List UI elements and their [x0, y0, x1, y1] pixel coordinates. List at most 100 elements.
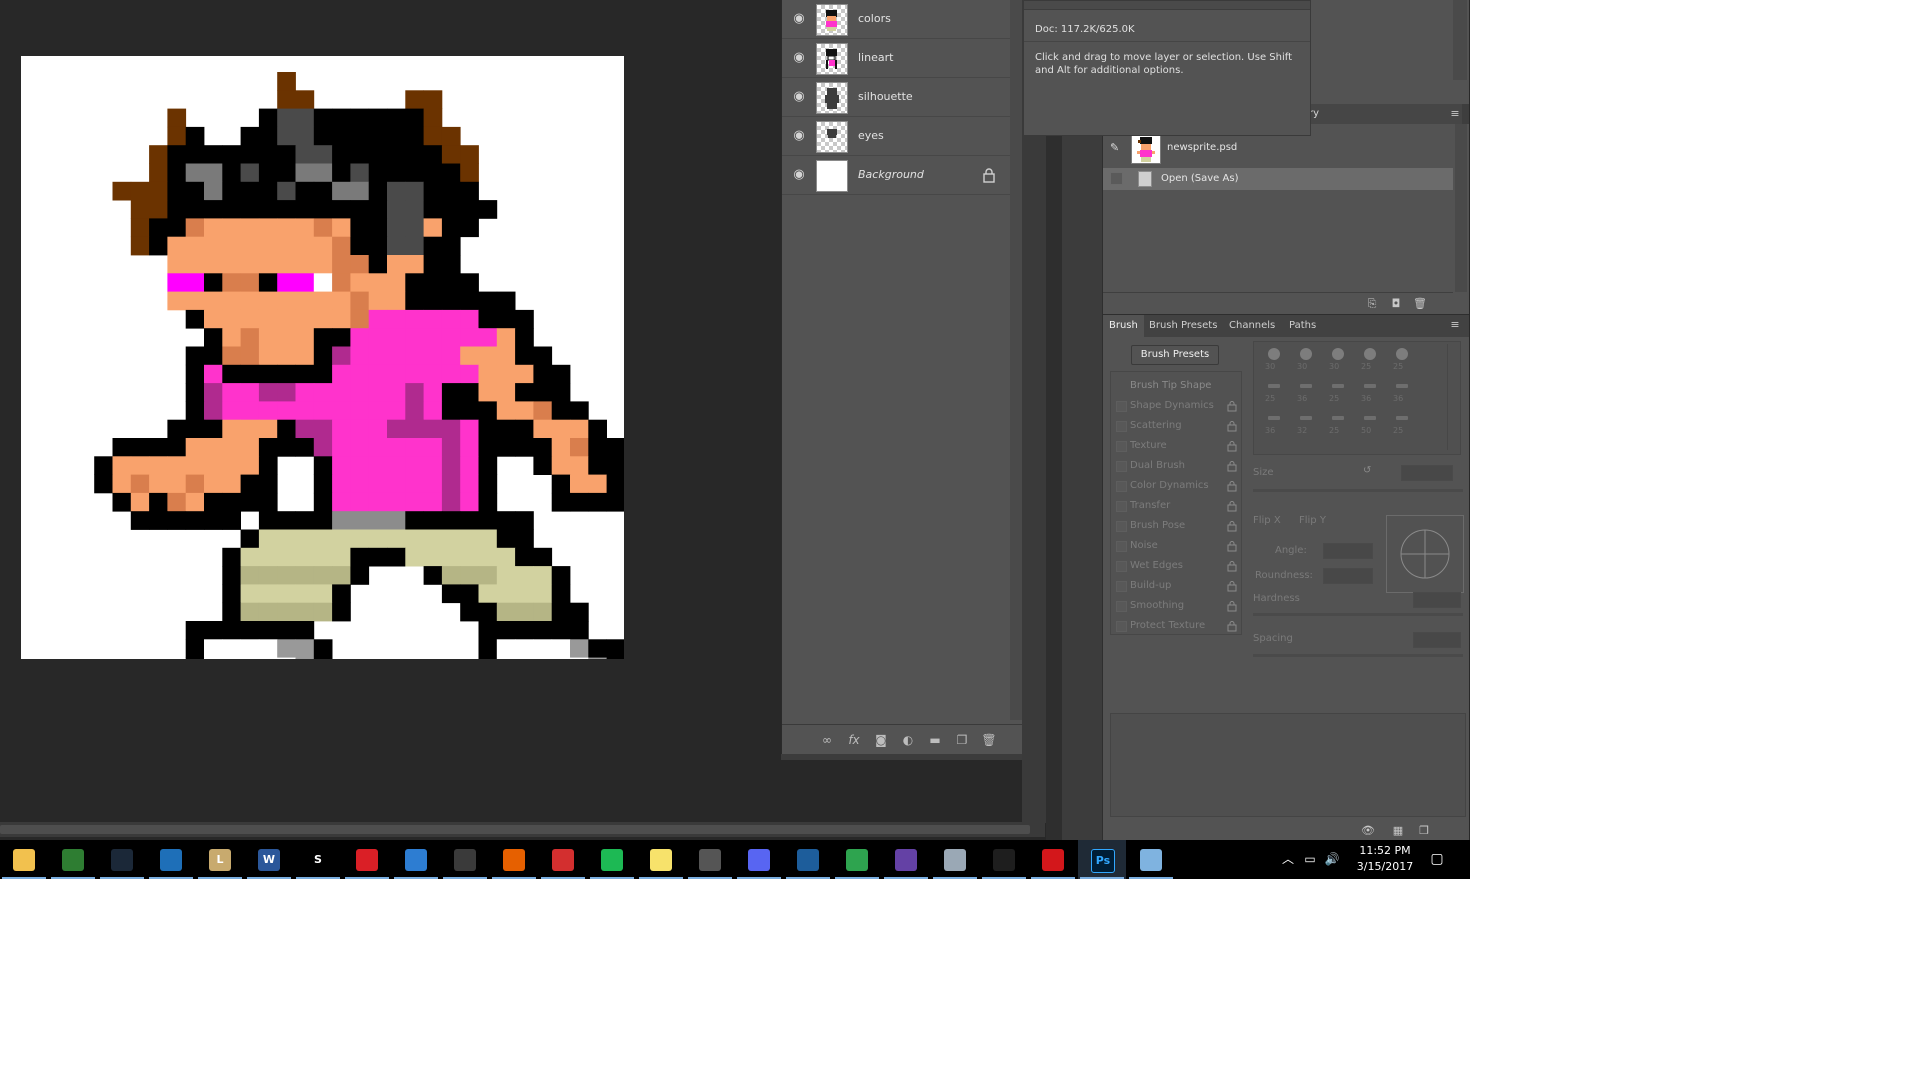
taskbar-app[interactable]: [637, 840, 685, 879]
lock-icon[interactable]: [1227, 440, 1237, 452]
reset-size-icon[interactable]: ↺: [1363, 465, 1371, 476]
history-step-selected[interactable]: Open (Save As): [1103, 168, 1453, 190]
workspace-horizontal-scrollbar[interactable]: [0, 822, 1045, 837]
brush-option-row[interactable]: Wet Edges: [1111, 556, 1241, 576]
brush-option-row[interactable]: Brush Pose: [1111, 516, 1241, 536]
spacing-slider[interactable]: [1253, 654, 1463, 657]
taskbar-app[interactable]: S: [294, 840, 342, 879]
lock-icon[interactable]: [1227, 460, 1237, 472]
taskbar-app[interactable]: [784, 840, 832, 879]
taskbar-app[interactable]: [441, 840, 489, 879]
taskbar-app[interactable]: [98, 840, 146, 879]
taskbar-app[interactable]: L: [196, 840, 244, 879]
history-step-checkbox[interactable]: [1110, 172, 1123, 185]
brush-option-checkbox[interactable]: [1116, 461, 1127, 472]
brush-tip[interactable]: 36: [1354, 378, 1384, 403]
brush-tip[interactable]: 36: [1258, 410, 1288, 435]
brush-option-row[interactable]: Build-up: [1111, 576, 1241, 596]
brush-tip[interactable]: 25: [1322, 410, 1352, 435]
size-slider[interactable]: [1253, 489, 1463, 492]
brush-option-checkbox[interactable]: [1116, 581, 1127, 592]
taskbar-app[interactable]: [539, 840, 587, 879]
brush-tip[interactable]: 25: [1354, 346, 1384, 371]
adjustment-layer-icon[interactable]: ◐: [900, 732, 916, 748]
new-document-from-state-icon[interactable]: ⎘: [1365, 297, 1379, 311]
layer-row-lineart[interactable]: ◉ lineart: [782, 39, 1010, 78]
flip-x-label[interactable]: Flip X: [1253, 515, 1281, 526]
brush-tip-grid[interactable]: 30 30 30 25 25 25 36 25 36 36 36 32 25 50 25: [1253, 341, 1461, 455]
brush-tip[interactable]: 25: [1322, 378, 1352, 403]
brush-option-row[interactable]: Scattering: [1111, 416, 1241, 436]
angle-field[interactable]: [1323, 543, 1373, 559]
taskbar-app[interactable]: Ps: [1078, 840, 1126, 879]
hardness-field[interactable]: [1413, 592, 1461, 608]
brush-option-row[interactable]: Color Dynamics: [1111, 476, 1241, 496]
taskbar-app[interactable]: [882, 840, 930, 879]
visibility-eye-icon[interactable]: ◉: [789, 11, 809, 27]
brush-tip[interactable]: 50: [1354, 410, 1384, 435]
layer-mask-icon[interactable]: ◙: [873, 732, 889, 748]
lock-icon[interactable]: [1227, 560, 1237, 572]
brush-option-row[interactable]: Shape Dynamics: [1111, 396, 1241, 416]
clock-time[interactable]: 11:52 PM: [1352, 844, 1418, 857]
brush-option-row[interactable]: Dual Brush: [1111, 456, 1241, 476]
lock-icon[interactable]: [1227, 400, 1237, 412]
size-field[interactable]: [1401, 465, 1453, 481]
group-folder-icon[interactable]: ▬: [927, 732, 943, 748]
upper-panel-scrollbar[interactable]: [1453, 0, 1467, 80]
volume-icon[interactable]: 🔊: [1324, 851, 1340, 867]
brush-option-checkbox[interactable]: [1116, 481, 1127, 492]
taskbar-app[interactable]: [392, 840, 440, 879]
brush-option-row[interactable]: Transfer: [1111, 496, 1241, 516]
visibility-eye-icon[interactable]: ◉: [789, 50, 809, 66]
lock-icon[interactable]: [1227, 580, 1237, 592]
brush-option-row[interactable]: Smoothing: [1111, 596, 1241, 616]
toggle-preview-icon[interactable]: 👁: [1361, 824, 1375, 838]
brush-tip[interactable]: 25: [1386, 346, 1416, 371]
taskbar-app[interactable]: [147, 840, 195, 879]
brush-tip[interactable]: 30: [1258, 346, 1288, 371]
lock-icon[interactable]: [1227, 600, 1237, 612]
brush-option-row[interactable]: Protect Texture: [1111, 616, 1241, 636]
brush-tip[interactable]: 36: [1386, 378, 1416, 403]
taskbar-app[interactable]: [980, 840, 1028, 879]
visibility-eye-icon[interactable]: ◉: [789, 128, 809, 144]
brush-option-checkbox[interactable]: [1116, 401, 1127, 412]
brush-option-checkbox[interactable]: [1116, 441, 1127, 452]
flip-y-label[interactable]: Flip Y: [1299, 515, 1326, 526]
taskbar-app[interactable]: [490, 840, 538, 879]
spacing-field[interactable]: [1413, 632, 1461, 648]
taskbar-app[interactable]: [686, 840, 734, 879]
layer-row-eyes[interactable]: ◉ eyes: [782, 117, 1010, 156]
grid-icon[interactable]: ▦: [1391, 824, 1405, 838]
brush-tip[interactable]: 32: [1290, 410, 1320, 435]
brush-option-checkbox[interactable]: [1116, 561, 1127, 572]
camera-icon[interactable]: ◘: [1389, 297, 1403, 311]
brush-option-row[interactable]: Noise: [1111, 536, 1241, 556]
lock-icon[interactable]: [1227, 620, 1237, 632]
tab-paths[interactable]: Paths: [1283, 315, 1322, 337]
brush-option-checkbox[interactable]: [1116, 421, 1127, 432]
document-canvas[interactable]: [21, 56, 624, 659]
brush-angle-preview[interactable]: [1386, 515, 1464, 593]
brush-option-checkbox[interactable]: [1116, 601, 1127, 612]
brush-tip[interactable]: 30: [1290, 346, 1320, 371]
spacing-label[interactable]: Spacing: [1253, 633, 1293, 644]
tab-history[interactable]: ry: [1302, 104, 1462, 124]
tip-grid-scrollbar[interactable]: [1447, 344, 1460, 450]
clock-date[interactable]: 3/15/2017: [1352, 860, 1418, 873]
history-snapshot[interactable]: ✎ newsprite.psd: [1103, 132, 1453, 164]
brush-option-checkbox[interactable]: [1116, 521, 1127, 532]
layers-scrollbar[interactable]: [1010, 0, 1022, 720]
tab-brush-presets[interactable]: Brush Presets: [1143, 315, 1223, 337]
taskbar-app[interactable]: [833, 840, 881, 879]
taskbar-app[interactable]: [1029, 840, 1077, 879]
trash-icon[interactable]: 🗑: [981, 732, 997, 748]
lock-icon[interactable]: [1227, 540, 1237, 552]
fx-icon[interactable]: fx: [846, 732, 862, 748]
tab-channels[interactable]: Channels: [1223, 315, 1281, 337]
layer-row-silhouette[interactable]: ◉ silhouette: [782, 78, 1010, 117]
taskbar-app[interactable]: [735, 840, 783, 879]
tab-brush[interactable]: Brush: [1103, 315, 1144, 337]
brush-option-checkbox[interactable]: [1116, 501, 1127, 512]
